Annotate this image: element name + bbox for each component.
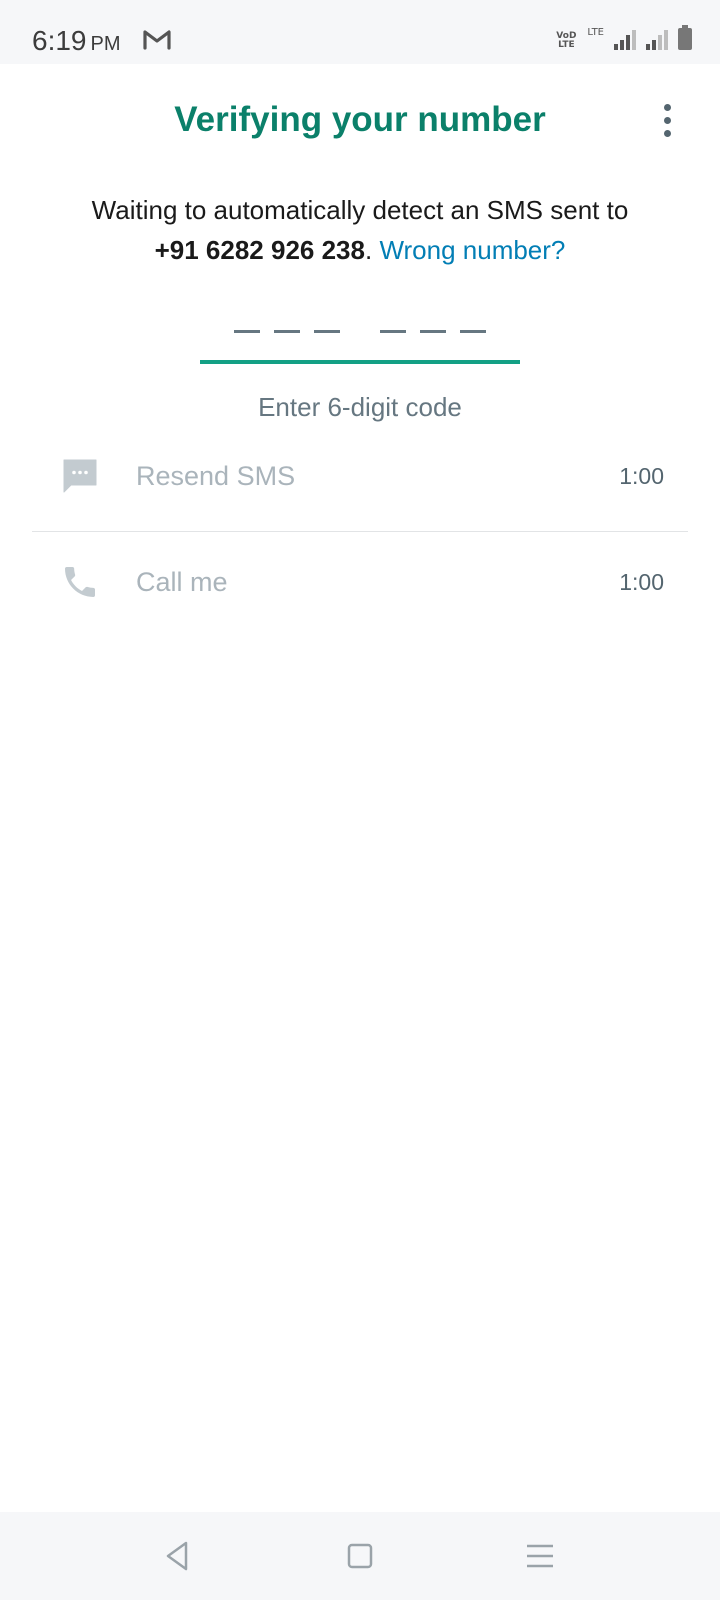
- status-bar: 6:19 PM VoD LTE LTE: [0, 0, 720, 64]
- code-digit-2: [274, 330, 300, 333]
- code-hint: Enter 6-digit code: [258, 392, 462, 422]
- call-me-button[interactable]: Call me 1:00: [32, 542, 688, 622]
- resend-sms-timer: 1:00: [619, 463, 664, 489]
- wrong-number-link[interactable]: Wrong number?: [379, 235, 565, 265]
- code-digit-5: [420, 330, 446, 333]
- description-separator: .: [364, 235, 373, 265]
- code-digit-6: [460, 330, 486, 333]
- menu-dot: [663, 116, 671, 124]
- recents-icon[interactable]: [520, 1536, 560, 1576]
- status-ampm: PM: [90, 33, 121, 55]
- back-icon[interactable]: [157, 1536, 197, 1576]
- menu-dot: [663, 103, 671, 111]
- description: Waiting to automatically detect an SMS s…: [40, 190, 680, 270]
- call-me-timer: 1:00: [619, 569, 664, 595]
- signal-icon-sim2: [646, 28, 668, 50]
- gmail-icon: [143, 30, 171, 50]
- call-me-label: Call me: [136, 567, 228, 597]
- page-title: Verifying your number: [174, 100, 546, 139]
- home-icon[interactable]: [340, 1536, 380, 1576]
- resend-sms-label: Resend SMS: [136, 461, 296, 491]
- lte-icon: LTE: [587, 27, 604, 38]
- more-vert-icon[interactable]: [655, 98, 679, 142]
- volte-line2: LTE: [558, 40, 575, 50]
- navigation-bar: [0, 1512, 720, 1600]
- divider: [32, 531, 688, 532]
- signal-icon: [614, 28, 636, 50]
- verification-code-input[interactable]: [200, 296, 520, 364]
- description-text: Waiting to automatically detect an SMS s…: [91, 195, 629, 225]
- code-digit-1: [234, 330, 260, 333]
- resend-sms-button[interactable]: Resend SMS 1:00: [32, 436, 688, 516]
- status-time: 6:19 PM: [32, 24, 121, 61]
- battery-icon: [678, 25, 692, 50]
- status-icons: VoD LTE LTE: [555, 25, 692, 50]
- status-time-value: 6:19: [32, 25, 87, 56]
- volte-icon: VoD LTE: [555, 32, 577, 50]
- menu-dot: [663, 129, 671, 137]
- phone-icon: [65, 567, 95, 597]
- code-digit-3: [314, 330, 340, 333]
- phone-number: +91 6282 926 238: [154, 235, 365, 265]
- message-icon: [63, 459, 97, 493]
- code-digit-4: [380, 330, 406, 333]
